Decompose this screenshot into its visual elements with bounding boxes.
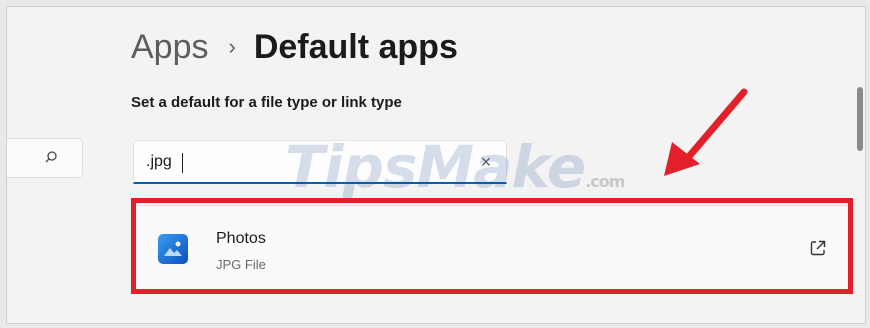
photos-app-icon: [158, 234, 188, 264]
open-external-icon[interactable]: [808, 238, 828, 258]
clear-search-button[interactable]: ×: [476, 152, 496, 172]
file-type-search-input[interactable]: [146, 151, 446, 173]
scrollbar[interactable]: [855, 87, 865, 151]
file-type-search-field[interactable]: ×: [133, 140, 507, 184]
app-name: Photos: [216, 230, 266, 247]
file-type-label: JPG File: [216, 257, 266, 272]
search-icon: [45, 151, 57, 163]
breadcrumb: Apps › Default apps: [131, 25, 458, 69]
default-app-row[interactable]: Photos JPG File: [135, 205, 851, 293]
breadcrumb-apps-link[interactable]: Apps: [131, 25, 209, 69]
section-heading: Set a default for a file type or link ty…: [131, 94, 402, 111]
breadcrumb-separator: ›: [228, 34, 236, 59]
page-title: Default apps: [253, 28, 458, 66]
settings-search-box[interactable]: [7, 138, 83, 178]
scrollbar-thumb[interactable]: [857, 87, 863, 151]
watermark-suffix: .com: [585, 172, 625, 191]
settings-window: Apps › Default apps Set a default for a …: [6, 6, 866, 324]
text-caret: [182, 153, 183, 173]
